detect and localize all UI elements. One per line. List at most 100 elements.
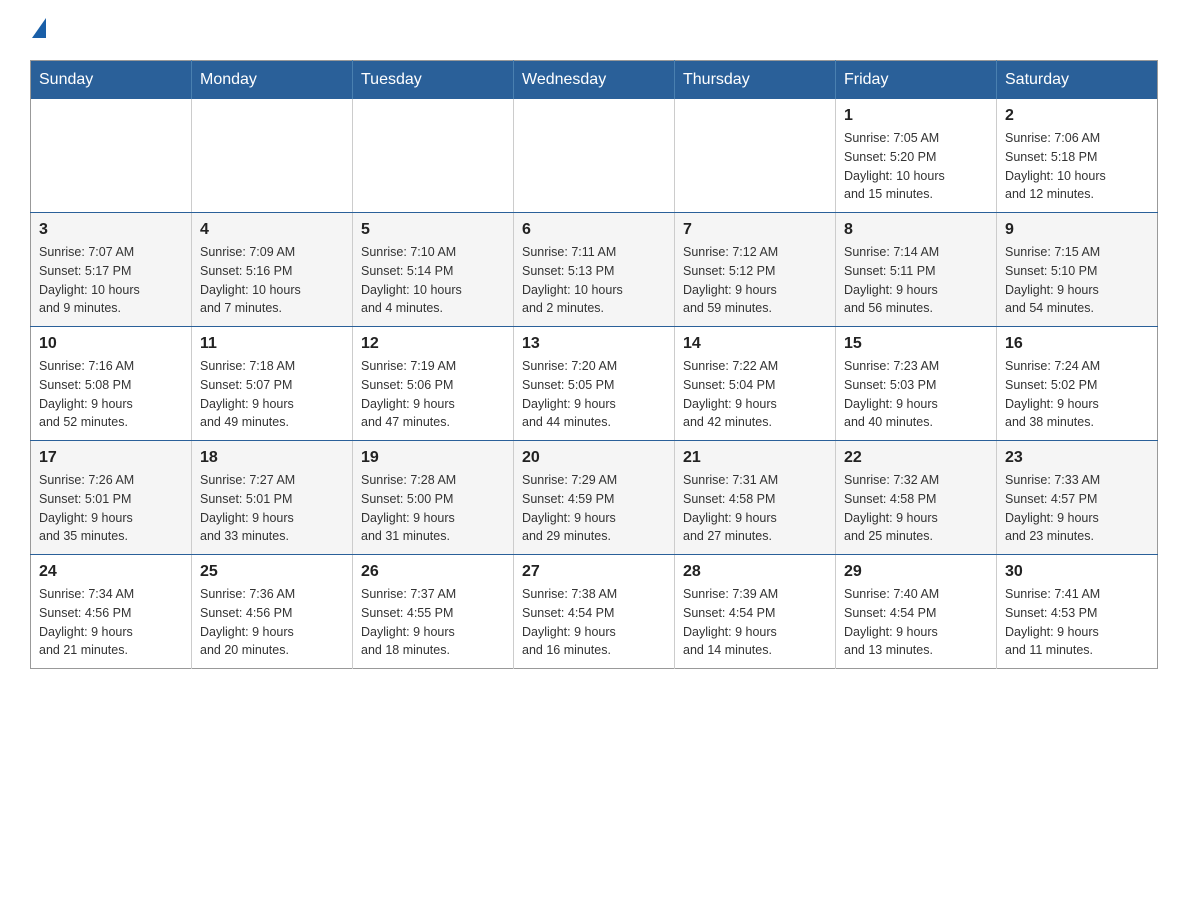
day-info: Sunrise: 7:41 AM Sunset: 4:53 PM Dayligh… [1005, 585, 1149, 660]
weekday-header-wednesday: Wednesday [514, 61, 675, 100]
day-info: Sunrise: 7:34 AM Sunset: 4:56 PM Dayligh… [39, 585, 183, 660]
day-number: 7 [683, 221, 827, 239]
calendar-cell: 9 Sunrise: 7:15 AM Sunset: 5:10 PM Daylig… [997, 213, 1158, 327]
calendar-cell: 8 Sunrise: 7:14 AM Sunset: 5:11 PM Daylig… [836, 213, 997, 327]
day-info: Sunrise: 7:09 AM Sunset: 5:16 PM Dayligh… [200, 243, 344, 318]
calendar-cell: 28Sunrise: 7:39 AM Sunset: 4:54 PM Dayli… [675, 555, 836, 669]
calendar-cell: 16 Sunrise: 7:24 AM Sunset: 5:02 PM Dayli… [997, 327, 1158, 441]
day-number: 10 [39, 335, 183, 353]
calendar-cell: 13 Sunrise: 7:20 AM Sunset: 5:05 PM Dayli… [514, 327, 675, 441]
day-info: Sunrise: 7:20 AM Sunset: 5:05 PM Dayligh… [522, 357, 666, 432]
calendar-cell: 24 Sunrise: 7:34 AM Sunset: 4:56 PM Dayli… [31, 555, 192, 669]
calendar-week-row: 1 Sunrise: 7:05 AM Sunset: 5:20 PM Daylig… [31, 99, 1158, 213]
day-info: Sunrise: 7:28 AM Sunset: 5:00 PM Dayligh… [361, 471, 505, 546]
day-number: 19 [361, 449, 505, 467]
day-number: 22 [844, 449, 988, 467]
day-number: 11 [200, 335, 344, 353]
day-info: Sunrise: 7:37 AM Sunset: 4:55 PM Dayligh… [361, 585, 505, 660]
calendar-cell: 19 Sunrise: 7:28 AM Sunset: 5:00 PM Dayli… [353, 441, 514, 555]
calendar-cell: 26 Sunrise: 7:37 AM Sunset: 4:55 PM Dayli… [353, 555, 514, 669]
calendar-cell: 29 Sunrise: 7:40 AM Sunset: 4:54 PM Dayli… [836, 555, 997, 669]
calendar-cell [514, 99, 675, 213]
day-number: 18 [200, 449, 344, 467]
day-info: Sunrise: 7:07 AM Sunset: 5:17 PM Dayligh… [39, 243, 183, 318]
calendar-cell: 22 Sunrise: 7:32 AM Sunset: 4:58 PM Dayli… [836, 441, 997, 555]
calendar-cell: 10 Sunrise: 7:16 AM Sunset: 5:08 PM Dayli… [31, 327, 192, 441]
day-info: Sunrise: 7:18 AM Sunset: 5:07 PM Dayligh… [200, 357, 344, 432]
day-number: 15 [844, 335, 988, 353]
calendar-table: SundayMondayTuesdayWednesdayThursdayFrid… [30, 60, 1158, 669]
weekday-header-sunday: Sunday [31, 61, 192, 100]
calendar-cell: 18 Sunrise: 7:27 AM Sunset: 5:01 PM Dayli… [192, 441, 353, 555]
calendar-week-row: 17 Sunrise: 7:26 AM Sunset: 5:01 PM Dayli… [31, 441, 1158, 555]
calendar-cell: 2 Sunrise: 7:06 AM Sunset: 5:18 PM Daylig… [997, 99, 1158, 213]
calendar-cell: 4 Sunrise: 7:09 AM Sunset: 5:16 PM Daylig… [192, 213, 353, 327]
calendar-cell [675, 99, 836, 213]
calendar-cell: 3 Sunrise: 7:07 AM Sunset: 5:17 PM Daylig… [31, 213, 192, 327]
weekday-header-friday: Friday [836, 61, 997, 100]
day-info: Sunrise: 7:16 AM Sunset: 5:08 PM Dayligh… [39, 357, 183, 432]
day-number: 23 [1005, 449, 1149, 467]
calendar-cell: 1 Sunrise: 7:05 AM Sunset: 5:20 PM Daylig… [836, 99, 997, 213]
weekday-header-tuesday: Tuesday [353, 61, 514, 100]
day-number: 14 [683, 335, 827, 353]
calendar-cell: 17 Sunrise: 7:26 AM Sunset: 5:01 PM Dayli… [31, 441, 192, 555]
day-info: Sunrise: 7:32 AM Sunset: 4:58 PM Dayligh… [844, 471, 988, 546]
page-header [30, 20, 1158, 40]
calendar-cell: 21 Sunrise: 7:31 AM Sunset: 4:58 PM Dayli… [675, 441, 836, 555]
logo [30, 20, 46, 40]
day-info: Sunrise: 7:29 AM Sunset: 4:59 PM Dayligh… [522, 471, 666, 546]
calendar-cell: 15 Sunrise: 7:23 AM Sunset: 5:03 PM Dayli… [836, 327, 997, 441]
day-number: 5 [361, 221, 505, 239]
day-number: 21 [683, 449, 827, 467]
day-number: 29 [844, 563, 988, 581]
calendar-cell: 12 Sunrise: 7:19 AM Sunset: 5:06 PM Dayli… [353, 327, 514, 441]
day-number: 12 [361, 335, 505, 353]
day-info: Sunrise: 7:40 AM Sunset: 4:54 PM Dayligh… [844, 585, 988, 660]
day-number: 16 [1005, 335, 1149, 353]
day-info: Sunrise: 7:24 AM Sunset: 5:02 PM Dayligh… [1005, 357, 1149, 432]
day-number: 13 [522, 335, 666, 353]
day-number: 30 [1005, 563, 1149, 581]
calendar-week-row: 3 Sunrise: 7:07 AM Sunset: 5:17 PM Daylig… [31, 213, 1158, 327]
day-info: Sunrise: 7:23 AM Sunset: 5:03 PM Dayligh… [844, 357, 988, 432]
day-info: Sunrise: 7:26 AM Sunset: 5:01 PM Dayligh… [39, 471, 183, 546]
day-info: Sunrise: 7:05 AM Sunset: 5:20 PM Dayligh… [844, 129, 988, 204]
day-number: 4 [200, 221, 344, 239]
day-number: 3 [39, 221, 183, 239]
day-number: 28 [683, 563, 827, 581]
calendar-cell: 20 Sunrise: 7:29 AM Sunset: 4:59 PM Dayli… [514, 441, 675, 555]
calendar-cell: 23 Sunrise: 7:33 AM Sunset: 4:57 PM Dayli… [997, 441, 1158, 555]
day-info: Sunrise: 7:31 AM Sunset: 4:58 PM Dayligh… [683, 471, 827, 546]
weekday-header-monday: Monday [192, 61, 353, 100]
calendar-week-row: 24 Sunrise: 7:34 AM Sunset: 4:56 PM Dayli… [31, 555, 1158, 669]
day-number: 27 [522, 563, 666, 581]
day-info: Sunrise: 7:12 AM Sunset: 5:12 PM Dayligh… [683, 243, 827, 318]
day-info: Sunrise: 7:15 AM Sunset: 5:10 PM Dayligh… [1005, 243, 1149, 318]
day-info: Sunrise: 7:27 AM Sunset: 5:01 PM Dayligh… [200, 471, 344, 546]
day-number: 24 [39, 563, 183, 581]
day-number: 8 [844, 221, 988, 239]
day-number: 20 [522, 449, 666, 467]
calendar-cell: 5 Sunrise: 7:10 AM Sunset: 5:14 PM Daylig… [353, 213, 514, 327]
calendar-cell [192, 99, 353, 213]
day-info: Sunrise: 7:14 AM Sunset: 5:11 PM Dayligh… [844, 243, 988, 318]
day-info: Sunrise: 7:36 AM Sunset: 4:56 PM Dayligh… [200, 585, 344, 660]
day-info: Sunrise: 7:06 AM Sunset: 5:18 PM Dayligh… [1005, 129, 1149, 204]
day-info: Sunrise: 7:33 AM Sunset: 4:57 PM Dayligh… [1005, 471, 1149, 546]
day-number: 9 [1005, 221, 1149, 239]
day-info: Sunrise: 7:10 AM Sunset: 5:14 PM Dayligh… [361, 243, 505, 318]
day-number: 25 [200, 563, 344, 581]
calendar-cell [353, 99, 514, 213]
calendar-cell: 7 Sunrise: 7:12 AM Sunset: 5:12 PM Daylig… [675, 213, 836, 327]
day-number: 2 [1005, 107, 1149, 125]
day-info: Sunrise: 7:19 AM Sunset: 5:06 PM Dayligh… [361, 357, 505, 432]
calendar-cell [31, 99, 192, 213]
day-number: 26 [361, 563, 505, 581]
day-number: 17 [39, 449, 183, 467]
day-info: Sunrise: 7:11 AM Sunset: 5:13 PM Dayligh… [522, 243, 666, 318]
calendar-cell: 27Sunrise: 7:38 AM Sunset: 4:54 PM Dayli… [514, 555, 675, 669]
calendar-week-row: 10 Sunrise: 7:16 AM Sunset: 5:08 PM Dayli… [31, 327, 1158, 441]
weekday-header-thursday: Thursday [675, 61, 836, 100]
day-number: 1 [844, 107, 988, 125]
